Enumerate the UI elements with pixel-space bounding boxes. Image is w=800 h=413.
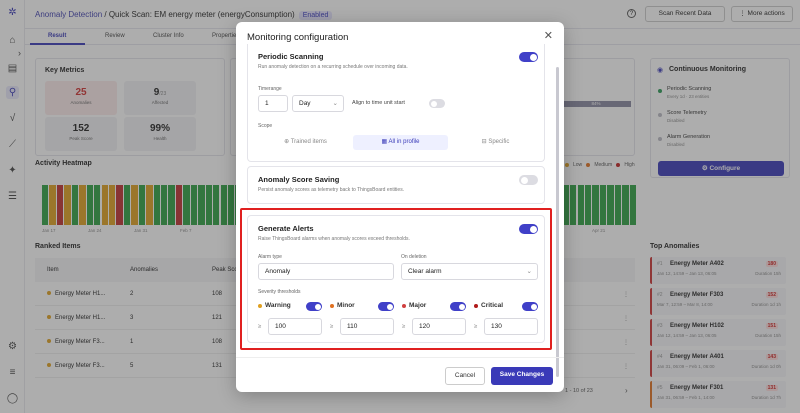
timerange-label: Timerange (258, 86, 282, 92)
scope-option-label: Specific (488, 139, 510, 145)
severity-threshold-input[interactable]: 130 (484, 318, 538, 335)
dialog-scrollbar[interactable] (556, 67, 559, 377)
scope-label: Scope (258, 123, 273, 129)
gte-symbol: ≥ (474, 324, 478, 330)
severity-threshold-input[interactable]: 110 (340, 318, 394, 335)
score-saving-section: Anomaly Score Saving Persist anomaly sco… (247, 166, 545, 204)
severity-name: Critical (481, 302, 504, 309)
score-saving-toggle[interactable] (519, 175, 538, 185)
severity-minor: Minor ≥ 110 (330, 296, 398, 341)
score-saving-title: Anomaly Score Saving (258, 175, 340, 184)
scope-all-in-profile[interactable]: ▦ All in profile (353, 135, 448, 150)
periodic-scanning-title: Periodic Scanning (258, 52, 324, 61)
severity-threshold-input[interactable]: 100 (268, 318, 322, 335)
generate-alerts-section: Generate Alerts Raise ThingsBoard alarms… (247, 215, 545, 343)
trained-items-icon: ⊕ (284, 139, 291, 145)
scope-specific[interactable]: ⊟ Specific (448, 135, 543, 150)
alarm-type-label: Alarm type (258, 254, 282, 260)
on-deletion-select[interactable]: Clear alarm ⌄ (401, 263, 538, 280)
scope-option-label: All in profile (388, 139, 420, 145)
severity-threshold-input[interactable]: 120 (412, 318, 466, 335)
severity-dot (474, 304, 478, 308)
severity-dot (402, 304, 406, 308)
severity-warning: Warning ≥ 100 (258, 296, 326, 341)
align-toggle[interactable] (429, 99, 445, 108)
save-changes-button[interactable]: Save Changes (491, 367, 553, 385)
footer-divider (236, 357, 564, 358)
severity-thresholds: Warning ≥ 100 Minor ≥ 110 Major ≥ 120 Cr… (258, 296, 548, 341)
scope-option-label: Trained items (290, 139, 327, 145)
score-saving-desc: Persist anomaly scores as telemetry back… (258, 187, 405, 193)
severity-thresholds-label: Severity thresholds (258, 289, 301, 295)
severity-critical: Critical ≥ 130 (474, 296, 542, 341)
alarm-type-input[interactable]: Anomaly (258, 263, 394, 280)
severity-major: Major ≥ 120 (402, 296, 470, 341)
scope-trained-items[interactable]: ⊕ Trained items (258, 135, 353, 150)
severity-toggle[interactable] (522, 302, 538, 311)
align-label: Align to time unit start (352, 100, 405, 106)
monitoring-config-dialog: Monitoring configuration ✕ Periodic Scan… (236, 22, 564, 392)
generate-alerts-title: Generate Alerts (258, 224, 314, 233)
severity-toggle[interactable] (450, 302, 466, 311)
periodic-scanning-toggle[interactable] (519, 52, 538, 62)
profile-icon: ▦ (381, 139, 389, 145)
periodic-scanning-desc: Run anomaly detection on a recurring sch… (258, 64, 408, 70)
gte-symbol: ≥ (402, 324, 406, 330)
on-deletion-value: Clear alarm (408, 268, 442, 275)
chevron-down-icon: ⌄ (526, 268, 532, 275)
periodic-scanning-section: Periodic Scanning Run anomaly detection … (247, 44, 545, 162)
severity-name: Major (409, 302, 427, 309)
severity-toggle[interactable] (306, 302, 322, 311)
gte-symbol: ≥ (258, 324, 262, 330)
dialog-title: Monitoring configuration (247, 32, 349, 43)
severity-name: Minor (337, 302, 355, 309)
severity-dot (258, 304, 262, 308)
generate-alerts-desc: Raise ThingsBoard alarms when anomaly sc… (258, 236, 410, 242)
time-unit-select[interactable]: Day ⌄ (292, 95, 344, 112)
time-unit-value: Day (299, 100, 311, 107)
close-icon[interactable]: ✕ (544, 29, 553, 42)
severity-name: Warning (265, 302, 291, 309)
cancel-button[interactable]: Cancel (445, 367, 485, 385)
generate-alerts-toggle[interactable] (519, 224, 538, 234)
severity-toggle[interactable] (378, 302, 394, 311)
gte-symbol: ≥ (330, 324, 334, 330)
timerange-value-input[interactable]: 1 (258, 95, 288, 112)
on-deletion-label: On deletion (401, 254, 427, 260)
chevron-down-icon: ⌄ (332, 100, 338, 107)
severity-dot (330, 304, 334, 308)
